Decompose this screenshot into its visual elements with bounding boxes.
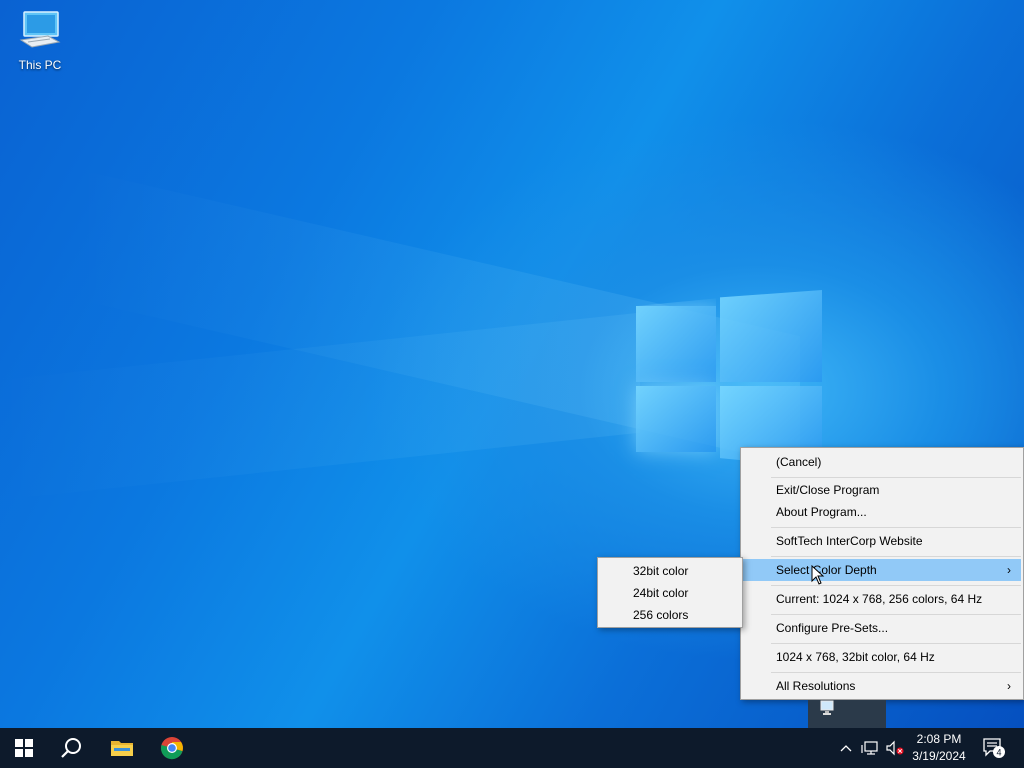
menu-item-label: Current: 1024 x 768, 256 colors, 64 Hz (776, 592, 983, 606)
search-icon (61, 738, 81, 758)
menu-item-label: About Program... (776, 505, 867, 519)
volume-button[interactable] (884, 728, 906, 768)
menu-item-select-color-depth[interactable]: Select Color Depth › (743, 559, 1021, 581)
action-center-button[interactable]: 4 (978, 728, 1010, 768)
menu-item-label: (Cancel) (776, 455, 822, 469)
desktop-icon-this-pc[interactable]: This PC (12, 10, 68, 72)
menu-item-label: All Resolutions (776, 679, 856, 693)
windows-wallpaper-logo (636, 288, 822, 468)
file-explorer-button[interactable] (98, 728, 146, 768)
menu-item-website[interactable]: SoftTech InterCorp Website (743, 530, 1021, 552)
menu-item-configure-presets[interactable]: Configure Pre-Sets... (743, 617, 1021, 639)
menu-item-preset-resolution[interactable]: 1024 x 768, 32bit color, 64 Hz (743, 646, 1021, 668)
notification-count: 4 (996, 748, 1001, 758)
menu-item-label: 32bit color (633, 564, 689, 578)
menu-separator (771, 527, 1021, 528)
menu-item-label: 256 colors (633, 608, 689, 622)
notifications-icon: 4 (983, 738, 1005, 758)
network-icon (861, 741, 878, 755)
submenu-item-256-colors[interactable]: 256 colors (600, 604, 740, 626)
tray-context-menu: (Cancel) Exit/Close Program About Progra… (740, 447, 1024, 700)
clock-date: 3/19/2024 (912, 749, 966, 763)
menu-item-current-mode[interactable]: Current: 1024 x 768, 256 colors, 64 Hz (743, 588, 1021, 610)
start-button[interactable] (0, 728, 48, 768)
tray-overflow-flyout (808, 700, 886, 728)
display-settings-icon[interactable] (820, 700, 834, 716)
menu-separator (771, 614, 1021, 615)
submenu-item-24bit[interactable]: 24bit color (600, 582, 740, 604)
menu-separator (771, 643, 1021, 644)
desktop-icon-label: This PC (18, 58, 62, 72)
chevron-right-icon: › (1007, 563, 1011, 577)
clock-time: 2:08 PM (916, 732, 962, 746)
menu-separator (771, 556, 1021, 557)
menu-separator (771, 477, 1021, 478)
search-button[interactable] (48, 728, 96, 768)
menu-separator (771, 672, 1021, 673)
menu-item-label: 1024 x 768, 32bit color, 64 Hz (776, 650, 935, 664)
mouse-cursor-icon (811, 565, 825, 585)
menu-item-all-resolutions[interactable]: All Resolutions › (743, 675, 1021, 697)
volume-muted-icon (886, 740, 904, 756)
chevron-up-icon (840, 745, 852, 752)
clock[interactable]: 2:08 PM 3/19/2024 (906, 728, 972, 768)
submenu-item-32bit[interactable]: 32bit color (600, 560, 740, 582)
menu-item-label: Select Color Depth (776, 563, 877, 577)
this-pc-icon (18, 10, 62, 52)
chrome-icon (160, 737, 183, 760)
folder-icon (111, 741, 133, 756)
chevron-right-icon: › (1007, 679, 1011, 693)
windows-logo-icon (15, 739, 33, 757)
menu-item-about[interactable]: About Program... (743, 501, 1021, 523)
taskbar: 2:08 PM 3/19/2024 4 (0, 728, 1024, 768)
chrome-button[interactable] (148, 728, 196, 768)
show-hidden-icons-button[interactable] (836, 728, 856, 768)
menu-item-label: SoftTech InterCorp Website (776, 534, 923, 548)
menu-separator (771, 585, 1021, 586)
menu-item-label: 24bit color (633, 586, 689, 600)
menu-item-exit[interactable]: Exit/Close Program (743, 479, 1021, 501)
network-button[interactable] (858, 728, 882, 768)
menu-item-label: Configure Pre-Sets... (776, 621, 889, 635)
menu-item-cancel[interactable]: (Cancel) (743, 451, 1021, 473)
menu-item-label: Exit/Close Program (776, 483, 880, 497)
color-depth-submenu: 32bit color 24bit color 256 colors (597, 557, 743, 628)
